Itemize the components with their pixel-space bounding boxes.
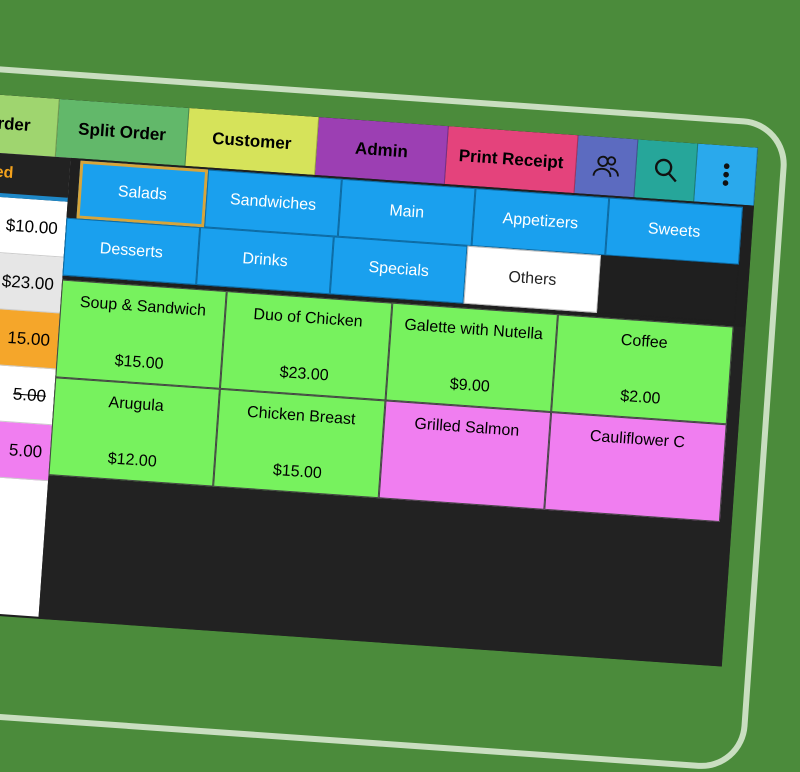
- customer-button[interactable]: Customer: [185, 108, 320, 175]
- menu-item-name: Grilled Salmon: [413, 415, 520, 440]
- menu-item[interactable]: Coffee $2.00: [551, 314, 734, 425]
- menu-item-name: Duo of Chicken: [252, 306, 364, 331]
- customers-button[interactable]: [574, 135, 639, 198]
- order-row-price: $10.00: [5, 215, 59, 238]
- category-label: Drinks: [241, 250, 289, 271]
- menu-item[interactable]: Grilled Salmon: [378, 400, 552, 510]
- order-row-price: 5.00: [8, 439, 43, 462]
- category-label: Specials: [367, 258, 430, 281]
- search-button[interactable]: [634, 139, 699, 202]
- category-label: Others: [507, 268, 557, 290]
- category-label: Appetizers: [502, 210, 579, 233]
- category-desserts[interactable]: Desserts: [62, 217, 201, 285]
- menu-item[interactable]: Galette with Nutella $9.00: [385, 302, 558, 413]
- category-label: Salads: [117, 183, 168, 204]
- menu-item-price: $15.00: [272, 461, 323, 483]
- order-row[interactable]: 5.00: [0, 361, 56, 426]
- order-button[interactable]: Order: [0, 92, 60, 157]
- print-receipt-button[interactable]: Print Receipt: [444, 126, 579, 194]
- menu-item-name: Arugula: [108, 394, 165, 415]
- order-panel-header: red: [0, 149, 71, 202]
- category-sandwiches[interactable]: Sandwiches: [204, 169, 342, 237]
- menu-item-name: Cauliflower C: [589, 427, 686, 452]
- menu-item-price: $2.00: [619, 387, 661, 408]
- menu-item[interactable]: Arugula $12.00: [48, 377, 220, 487]
- pos-device-screen: Order Split Order Customer Admin Print R…: [0, 92, 759, 667]
- people-icon: [592, 155, 619, 177]
- print-receipt-label: Print Receipt: [458, 145, 565, 173]
- order-row-price: 5.00: [12, 383, 47, 406]
- menu-item-grid: Soup & Sandwich $15.00 Duo of Chicken $2…: [38, 279, 746, 667]
- menu-item[interactable]: Duo of Chicken $23.00: [219, 291, 393, 401]
- customer-label: Customer: [211, 128, 293, 154]
- menu-item[interactable]: Cauliflower C: [544, 412, 727, 523]
- split-order-label: Split Order: [77, 119, 167, 145]
- category-drinks[interactable]: Drinks: [196, 227, 334, 295]
- menu-item-name: Soup & Sandwich: [79, 293, 207, 320]
- category-sweets[interactable]: Sweets: [605, 197, 743, 265]
- category-others[interactable]: Others: [463, 245, 602, 313]
- category-label: Desserts: [99, 240, 164, 262]
- menu-item-price: $12.00: [107, 450, 158, 471]
- order-row[interactable]: 5.00: [0, 417, 52, 482]
- search-icon: [654, 158, 677, 183]
- category-appetizers[interactable]: Appetizers: [471, 188, 610, 256]
- category-label: Sandwiches: [229, 191, 317, 215]
- category-empty-slot: [597, 255, 739, 323]
- menu-item-price: $15.00: [114, 352, 165, 373]
- order-row[interactable]: $10.00: [0, 193, 68, 258]
- split-order-button[interactable]: Split Order: [55, 98, 190, 166]
- menu-item-name: Coffee: [620, 331, 669, 352]
- menu-item-name: Chicken Breast: [246, 403, 356, 429]
- menu-item-price: $23.00: [279, 364, 330, 385]
- order-row[interactable]: 15.00: [0, 305, 60, 370]
- menu-item-price: $9.00: [449, 375, 491, 396]
- category-main[interactable]: Main: [337, 178, 476, 247]
- menu-item[interactable]: Chicken Breast $15.00: [213, 388, 386, 499]
- category-salads[interactable]: Salads: [76, 160, 209, 228]
- more-options-button[interactable]: [694, 143, 759, 206]
- category-label: Main: [388, 202, 425, 222]
- order-row[interactable]: $23.00: [0, 249, 64, 314]
- admin-label: Admin: [354, 138, 409, 162]
- order-button-label: Order: [0, 112, 32, 135]
- order-row-price: $23.00: [1, 270, 55, 294]
- menu-item[interactable]: Soup & Sandwich $15.00: [55, 279, 227, 389]
- menu-item-name: Galette with Nutella: [403, 316, 544, 344]
- category-label: Sweets: [647, 220, 701, 241]
- order-row-price: 15.00: [6, 327, 51, 350]
- order-header-text: red: [0, 163, 14, 182]
- category-specials[interactable]: Specials: [329, 236, 468, 304]
- more-vert-icon: [722, 163, 730, 186]
- admin-button[interactable]: Admin: [315, 117, 449, 185]
